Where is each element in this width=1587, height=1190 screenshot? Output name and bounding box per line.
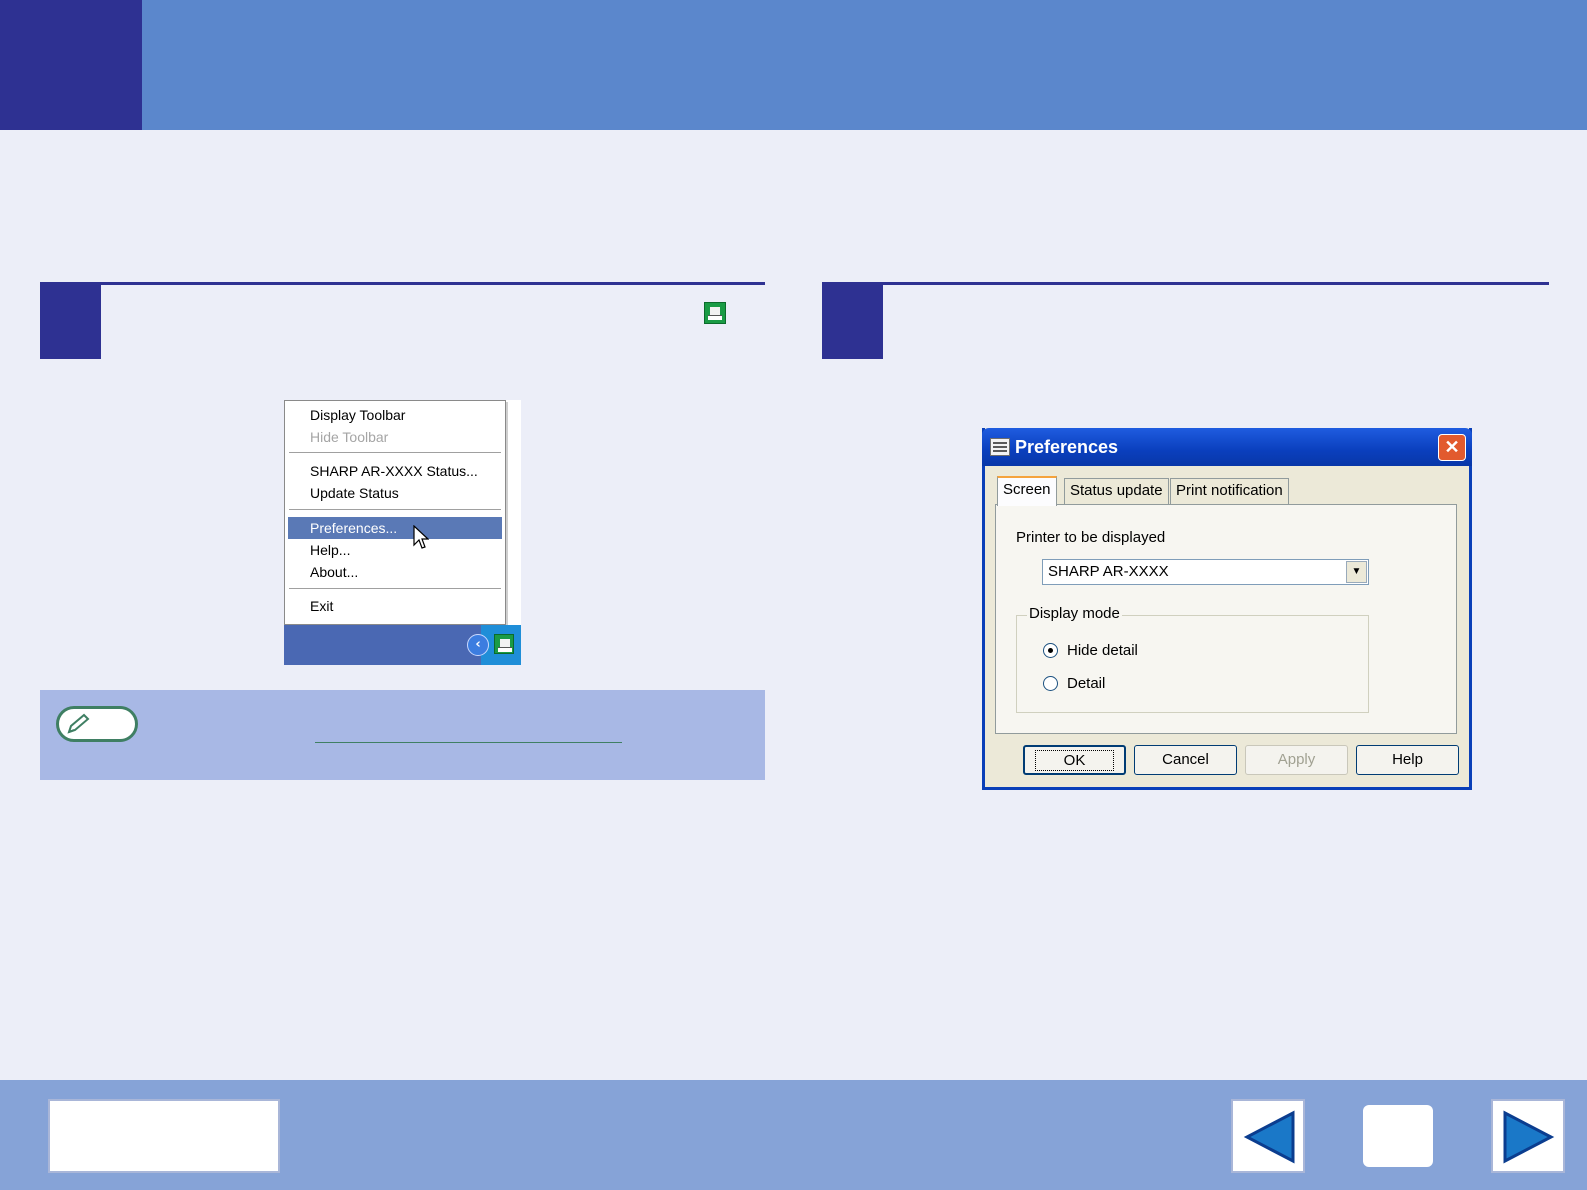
cancel-button[interactable]: Cancel (1134, 745, 1237, 775)
arrow-right-icon (1503, 1110, 1555, 1164)
menu-item-about[interactable]: About... (288, 561, 502, 583)
menu-item-help[interactable]: Help... (288, 539, 502, 561)
dialog-titlebar[interactable]: Preferences ✕ (982, 428, 1472, 466)
step-2-rule (822, 282, 1549, 285)
printer-select-value: SHARP AR-XXXX (1048, 563, 1169, 580)
step-2-number (822, 284, 883, 359)
printer-status-tray-icon[interactable] (494, 634, 514, 654)
next-page-button[interactable] (1491, 1099, 1565, 1173)
printer-status-tray-icon (704, 302, 726, 324)
help-button[interactable]: Help (1356, 745, 1459, 775)
radio-button[interactable] (1043, 676, 1058, 691)
menu-item-exit[interactable]: Exit (288, 595, 502, 617)
contents-button[interactable] (48, 1099, 280, 1173)
tab-print-notification[interactable]: Print notification (1170, 478, 1289, 504)
display-mode-label: Display mode (1027, 605, 1122, 622)
menu-item-status[interactable]: SHARP AR-XXXX Status... (288, 460, 502, 482)
menu-item-update-status[interactable]: Update Status (288, 482, 502, 504)
pencil-icon (67, 713, 90, 734)
step-1-rule (40, 282, 765, 285)
context-menu: Display Toolbar Hide Toolbar SHARP AR-XX… (284, 400, 506, 625)
tray-context-menu-screenshot: Display Toolbar Hide Toolbar SHARP AR-XX… (284, 400, 521, 665)
arrow-left-icon (1243, 1110, 1295, 1164)
close-icon[interactable]: ✕ (1438, 434, 1466, 461)
page-footer (0, 1080, 1587, 1190)
tab-panel-screen: Printer to be displayed SHARP AR-XXXX ▼ … (995, 504, 1457, 734)
chevron-down-icon[interactable]: ▼ (1346, 561, 1367, 583)
radio-button-checked[interactable] (1043, 643, 1058, 658)
chapter-block (0, 0, 142, 130)
note-badge (56, 706, 138, 742)
menu-item-display-toolbar[interactable]: Display Toolbar (288, 404, 502, 426)
menu-separator (289, 509, 501, 511)
menu-separator (289, 452, 501, 454)
home-button[interactable] (1363, 1105, 1433, 1167)
radio-hide-detail-label: Hide detail (1067, 642, 1138, 659)
menu-item-hide-toolbar: Hide Toolbar (310, 429, 389, 445)
note-box (40, 690, 765, 780)
previous-page-button[interactable] (1231, 1099, 1305, 1173)
display-mode-group: Display mode Hide detail Detail (1016, 605, 1369, 713)
radio-detail-label: Detail (1067, 675, 1106, 692)
ok-button[interactable]: OK (1023, 745, 1126, 775)
preferences-dialog: Preferences ✕ Screen Status update Print… (982, 428, 1472, 790)
printer-label: Printer to be displayed (1016, 529, 1166, 546)
apply-button: Apply (1245, 745, 1348, 775)
chevron-left-icon[interactable]: ‹ (467, 634, 489, 656)
menu-item-preferences[interactable]: Preferences... (288, 517, 502, 539)
page-header (0, 0, 1587, 130)
step-1-number (40, 284, 101, 359)
taskbar: ‹ (284, 625, 521, 665)
menu-separator (289, 588, 501, 590)
dialog-title: Preferences (1015, 437, 1119, 457)
preferences-window-icon (990, 438, 1010, 456)
tab-status-update[interactable]: Status update (1064, 478, 1169, 504)
printer-select[interactable]: SHARP AR-XXXX ▼ (1042, 559, 1369, 585)
note-link[interactable] (315, 742, 622, 743)
tab-screen[interactable]: Screen (997, 476, 1057, 506)
mouse-pointer-icon (413, 525, 429, 549)
